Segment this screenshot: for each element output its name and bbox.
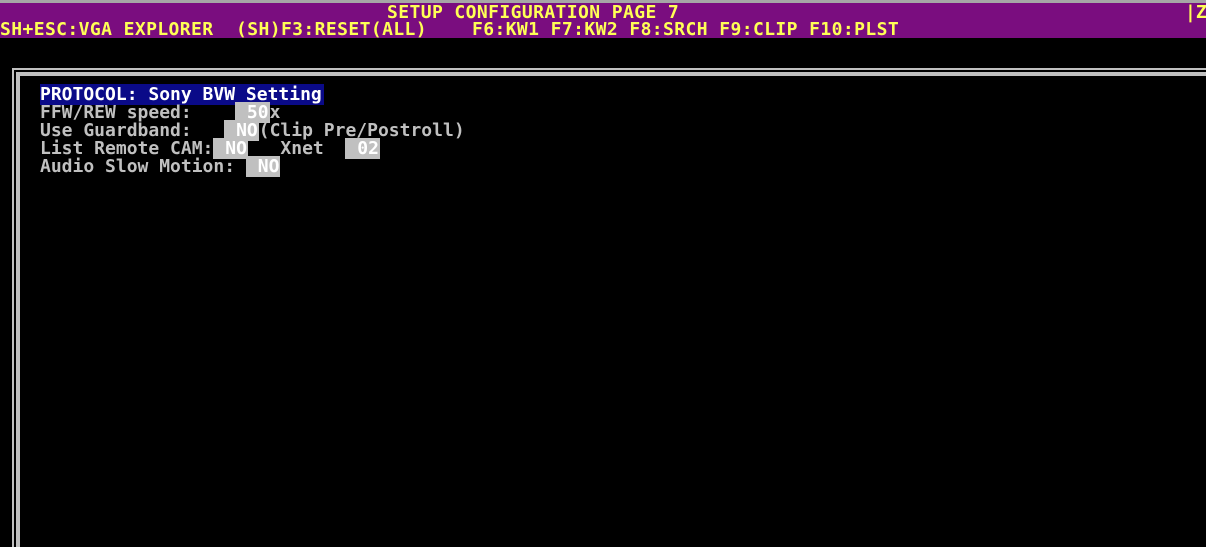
drive-indicator: |Z: xyxy=(1185,2,1206,23)
audio-slow-value[interactable]: NO xyxy=(245,156,281,177)
hotkey-playlist[interactable]: F10:PLST xyxy=(809,21,899,39)
xnet-value[interactable]: 02 xyxy=(345,138,380,159)
hotkey-search[interactable]: F8:SRCH xyxy=(629,21,708,39)
page-title: SETUP CONFIGURATION PAGE 7 xyxy=(387,2,680,23)
hotkey-kw2[interactable]: F7:KW2 xyxy=(551,21,618,39)
hotkey-kw1[interactable]: F6:KW1 xyxy=(472,21,539,39)
audio-slow-row: Audio Slow Motion: NO xyxy=(40,156,281,177)
title-bar: SETUP CONFIGURATION PAGE 7 |Z: SH+ESC:VG… xyxy=(0,0,1206,39)
xnet-label: Xnet xyxy=(280,138,324,159)
hotkey-reset-all[interactable]: (SH)F3:RESET(ALL) xyxy=(236,21,427,39)
hotkey-clip[interactable]: F9:CLIP xyxy=(719,21,798,39)
hotkey-bar: SH+ESC:VGA EXPLORER (SH)F3:RESET(ALL) F6… xyxy=(0,21,1206,39)
hotkey-vga-explorer[interactable]: SH+ESC:VGA EXPLORER xyxy=(0,21,214,39)
audio-slow-label: Audio Slow Motion: xyxy=(40,156,236,177)
